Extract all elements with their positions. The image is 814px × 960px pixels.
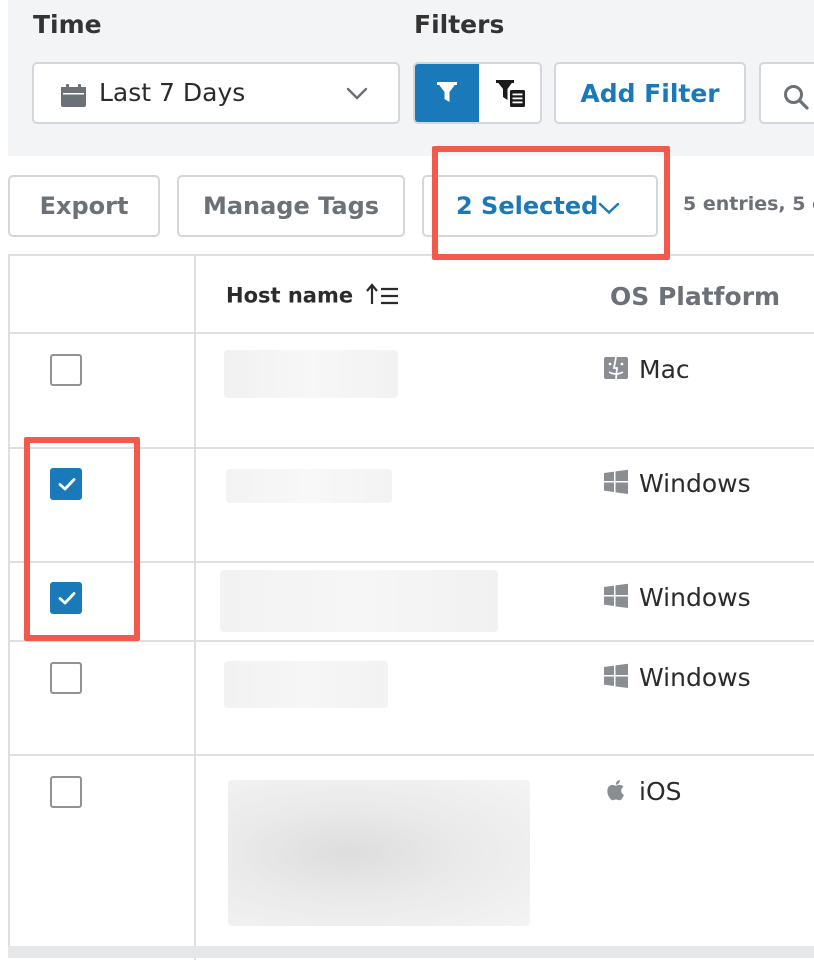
row-divider xyxy=(10,447,814,449)
row-divider xyxy=(10,561,814,563)
mac-finder-icon xyxy=(603,355,629,381)
os-platform-cell: Windows xyxy=(603,583,751,612)
filter-toggle-button[interactable] xyxy=(415,64,479,122)
windows-icon xyxy=(603,469,629,495)
column-divider xyxy=(194,256,196,960)
sort-ascending-icon xyxy=(366,282,400,311)
chevron-down-icon xyxy=(598,202,620,215)
entries-count: 5 entries, 5 d xyxy=(683,193,814,215)
horizontal-scrollbar[interactable] xyxy=(8,946,814,958)
row-divider xyxy=(10,640,814,642)
chevron-down-icon xyxy=(346,86,368,100)
row-checkbox[interactable] xyxy=(50,662,82,694)
search-icon xyxy=(784,85,809,110)
filter-view-toggle xyxy=(413,62,542,124)
row-checkbox[interactable] xyxy=(50,354,82,386)
calendar-icon xyxy=(61,84,86,107)
filter-list-toggle-button[interactable] xyxy=(479,64,540,122)
row-divider xyxy=(10,754,814,756)
time-label: Time xyxy=(33,10,102,39)
selected-count-label: 2 Selected xyxy=(456,192,599,220)
windows-icon xyxy=(603,663,629,689)
os-platform-label: Windows xyxy=(639,469,751,498)
row-checkbox[interactable] xyxy=(50,468,82,500)
os-platform-cell: Mac xyxy=(603,355,690,384)
checkmark-icon xyxy=(58,592,76,605)
os-platform-label: iOS xyxy=(639,777,682,806)
windows-icon xyxy=(603,583,629,609)
export-button[interactable]: Export xyxy=(8,175,160,237)
time-range-dropdown[interactable]: Last 7 Days xyxy=(32,62,400,124)
redacted-host-name xyxy=(228,780,530,926)
redacted-host-name xyxy=(226,469,392,503)
time-range-value: Last 7 Days xyxy=(99,78,246,107)
checkmark-icon xyxy=(58,478,76,491)
row-checkbox[interactable] xyxy=(50,582,82,614)
column-header-host-name[interactable]: Host name xyxy=(226,282,400,311)
search-button[interactable] xyxy=(759,62,814,124)
os-platform-cell: Windows xyxy=(603,469,751,498)
selected-count-dropdown[interactable]: 2 Selected xyxy=(422,175,658,237)
os-platform-cell: iOS xyxy=(603,777,682,806)
column-header-os-platform[interactable]: OS Platform xyxy=(610,282,780,311)
filters-label: Filters xyxy=(414,10,505,39)
os-platform-cell: Windows xyxy=(603,663,751,692)
manage-tags-button[interactable]: Manage Tags xyxy=(177,175,405,237)
redacted-host-name xyxy=(224,661,388,708)
add-filter-button[interactable]: Add Filter xyxy=(554,62,746,124)
redacted-host-name xyxy=(220,570,498,632)
header-divider xyxy=(10,332,814,334)
os-platform-label: Windows xyxy=(639,583,751,612)
row-checkbox[interactable] xyxy=(50,776,82,808)
filter-list-icon xyxy=(496,80,525,107)
os-platform-label: Windows xyxy=(639,663,751,692)
apple-icon xyxy=(603,777,629,803)
redacted-host-name xyxy=(224,350,398,398)
filter-icon xyxy=(437,82,457,102)
os-platform-label: Mac xyxy=(639,355,690,384)
